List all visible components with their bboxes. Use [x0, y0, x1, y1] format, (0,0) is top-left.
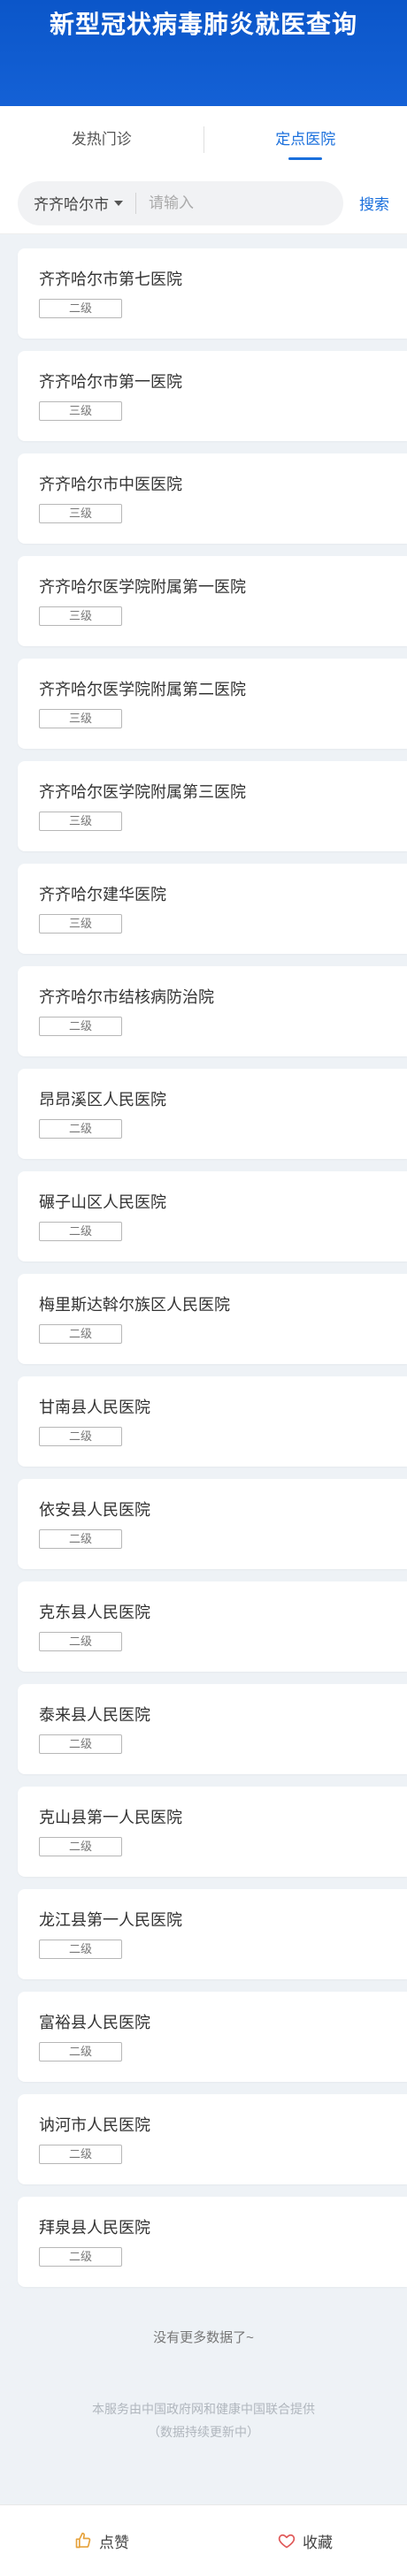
- hospital-level-badge: 二级: [39, 1940, 122, 1959]
- hospital-card[interactable]: 讷河市人民医院 二级: [18, 2094, 407, 2184]
- hospital-name: 齐齐哈尔医学院附属第一医院: [39, 578, 246, 596]
- hospital-level-badge: 三级: [39, 812, 122, 831]
- hospital-level-badge: 二级: [39, 1017, 122, 1036]
- hospital-card[interactable]: 齐齐哈尔市第七医院 二级: [18, 248, 407, 339]
- hospital-card[interactable]: 齐齐哈尔医学院附属第三医院 三级: [18, 761, 407, 851]
- hospital-level-badge: 二级: [39, 1632, 122, 1651]
- hospital-card[interactable]: 齐齐哈尔市中医医院 三级: [18, 453, 407, 544]
- collect-button[interactable]: 收藏: [204, 2530, 407, 2552]
- hospital-name: 齐齐哈尔医学院附属第二医院: [39, 681, 246, 698]
- hospital-card[interactable]: 克山县第一人民医院 二级: [18, 1787, 407, 1877]
- hospital-name: 泰来县人民医院: [39, 1706, 150, 1724]
- hospital-card[interactable]: 齐齐哈尔医学院附属第二医院 三级: [18, 659, 407, 749]
- like-button[interactable]: 点赞: [0, 2530, 204, 2552]
- hospital-card[interactable]: 依安县人民医院 二级: [18, 1479, 407, 1569]
- hospital-card[interactable]: 甘南县人民医院 二级: [18, 1376, 407, 1467]
- tab-fever-clinic[interactable]: 发热门诊: [0, 106, 204, 172]
- hospital-list: 齐齐哈尔市第七医院 二级 齐齐哈尔市第一医院 三级 齐齐哈尔市中医医院 三级 齐齐哈尔…: [0, 234, 407, 2287]
- hospital-name: 龙江县第一人民医院: [39, 1911, 182, 1929]
- hospital-level-badge: 二级: [39, 299, 122, 318]
- hospital-level-badge: 二级: [39, 1734, 122, 1754]
- hospital-level-badge: 二级: [39, 2145, 122, 2164]
- search-button[interactable]: 搜索: [359, 192, 396, 214]
- hospital-card[interactable]: 昂昂溪区人民医院 二级: [18, 1069, 407, 1159]
- page-title: 新型冠状病毒肺炎就医查询: [49, 11, 357, 38]
- hospital-name: 富裕县人民医院: [39, 2014, 150, 2031]
- hospital-name: 齐齐哈尔市第七医院: [39, 271, 182, 288]
- hospital-name: 克山县第一人民医院: [39, 1809, 182, 1826]
- hospital-card[interactable]: 富裕县人民医院 二级: [18, 1992, 407, 2082]
- caret-down-icon: [114, 200, 123, 206]
- hospital-name: 齐齐哈尔市第一医院: [39, 373, 182, 391]
- hospital-name: 梅里斯达斡尔族区人民医院: [39, 1296, 230, 1314]
- hospital-card[interactable]: 拜泉县人民医院 二级: [18, 2197, 407, 2287]
- footnote-line: （数据持续更新中）: [148, 2425, 259, 2439]
- hospital-card[interactable]: 龙江县第一人民医院 二级: [18, 1889, 407, 1979]
- hospital-card[interactable]: 碾子山区人民医院 二级: [18, 1171, 407, 1261]
- search-bar: 齐齐哈尔市 搜索: [0, 172, 407, 234]
- hospital-name: 齐齐哈尔建华医院: [39, 886, 166, 903]
- tab-bar: 发热门诊 定点医院: [0, 106, 407, 172]
- city-selector[interactable]: 齐齐哈尔市: [34, 192, 136, 214]
- hospital-card[interactable]: 齐齐哈尔市第一医院 三级: [18, 351, 407, 441]
- service-footnote: 本服务由中国政府网和健康中国联合提供 （数据持续更新中）: [0, 2397, 407, 2443]
- city-label: 齐齐哈尔市: [34, 196, 109, 213]
- hospital-level-badge: 二级: [39, 1119, 122, 1139]
- hospital-card[interactable]: 泰来县人民医院 二级: [18, 1684, 407, 1774]
- hospital-level-badge: 二级: [39, 1324, 122, 1344]
- hospital-level-badge: 二级: [39, 1529, 122, 1549]
- hospital-name: 讷河市人民医院: [39, 2116, 150, 2134]
- thumbs-up-icon: [75, 2532, 91, 2549]
- search-input[interactable]: [136, 194, 287, 212]
- hospital-level-badge: 三级: [39, 709, 122, 728]
- hospital-card[interactable]: 齐齐哈尔市结核病防治院 二级: [18, 966, 407, 1056]
- hospital-name: 依安县人民医院: [39, 1501, 150, 1519]
- tab-designated-hospital[interactable]: 定点医院: [204, 106, 407, 172]
- hospital-level-badge: 二级: [39, 2247, 122, 2267]
- hospital-level-badge: 二级: [39, 1837, 122, 1856]
- hospital-card[interactable]: 齐齐哈尔医学院附属第一医院 三级: [18, 556, 407, 646]
- hospital-level-badge: 三级: [39, 401, 122, 421]
- hospital-card[interactable]: 齐齐哈尔建华医院 三级: [18, 864, 407, 954]
- hospital-name: 齐齐哈尔医学院附属第三医院: [39, 783, 246, 801]
- hospital-name: 克东县人民医院: [39, 1604, 150, 1621]
- heart-icon: [278, 2534, 296, 2549]
- hospital-card[interactable]: 梅里斯达斡尔族区人民医院 二级: [18, 1274, 407, 1364]
- hospital-name: 甘南县人民医院: [39, 1399, 150, 1416]
- hospital-level-badge: 三级: [39, 606, 122, 626]
- hospital-card[interactable]: 克东县人民医院 二级: [18, 1581, 407, 1672]
- hospital-level-badge: 三级: [39, 504, 122, 523]
- hospital-name: 拜泉县人民医院: [39, 2219, 150, 2237]
- collect-label: 收藏: [303, 2534, 333, 2551]
- hospital-level-badge: 二级: [39, 2042, 122, 2062]
- bottom-action-bar: 点赞 收藏: [0, 2504, 407, 2576]
- like-label: 点赞: [99, 2534, 129, 2551]
- hospital-name: 齐齐哈尔市中医医院: [39, 476, 182, 493]
- list-end-text: 没有更多数据了~: [153, 2330, 254, 2345]
- hospital-level-badge: 二级: [39, 1222, 122, 1241]
- page-header: 新型冠状病毒肺炎就医查询: [0, 0, 407, 106]
- search-box: 齐齐哈尔市: [18, 180, 343, 225]
- hospital-name: 齐齐哈尔市结核病防治院: [39, 988, 214, 1006]
- hospital-level-badge: 三级: [39, 914, 122, 934]
- hospital-name: 昂昂溪区人民医院: [39, 1091, 166, 1109]
- hospital-level-badge: 二级: [39, 1427, 122, 1446]
- footnote-line: 本服务由中国政府网和健康中国联合提供: [92, 2402, 315, 2416]
- hospital-name: 碾子山区人民医院: [39, 1193, 166, 1211]
